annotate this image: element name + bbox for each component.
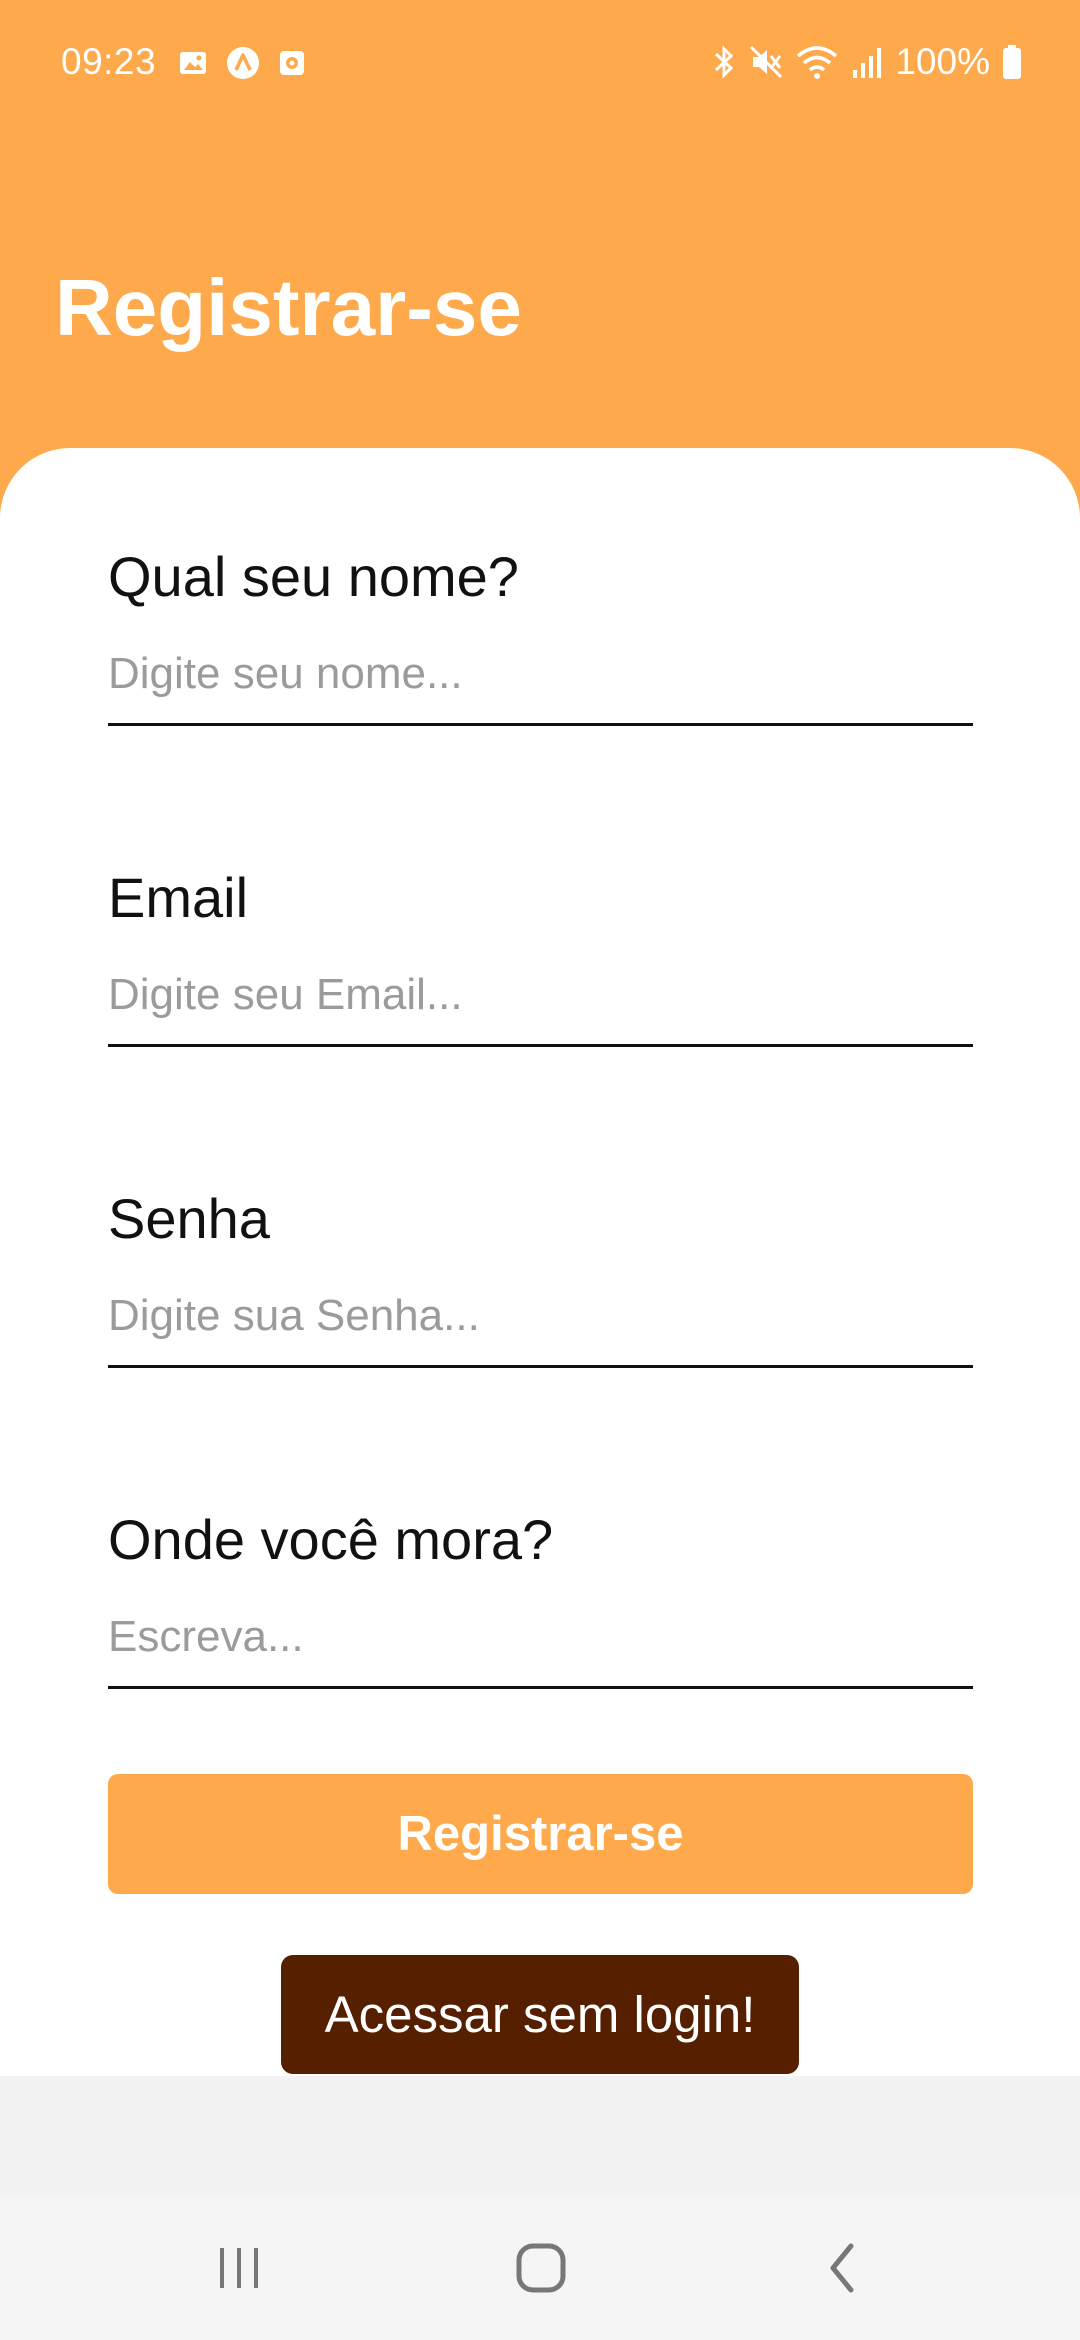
home-button[interactable] <box>461 2196 621 2340</box>
recent-apps-icon <box>220 2248 258 2288</box>
name-input[interactable] <box>108 649 973 726</box>
access-without-login-button[interactable]: Acessar sem login! <box>281 1955 799 2074</box>
register-button[interactable]: Registrar-se <box>108 1774 973 1894</box>
status-time: 09:23 <box>61 41 157 82</box>
password-label: Senha <box>108 1187 270 1250</box>
system-status-icons: 100% <box>711 41 1022 83</box>
gallery-icon <box>180 52 206 74</box>
status-bar: 09:23 100% <box>0 0 1080 126</box>
mute-icon <box>750 45 783 79</box>
page-title: Registrar-se <box>55 263 522 352</box>
name-field-group: Qual seu nome? <box>108 549 973 726</box>
back-button[interactable] <box>763 2196 923 2340</box>
address-input[interactable] <box>108 1612 973 1689</box>
battery-percentage: 100% <box>895 41 990 82</box>
media-icon <box>280 51 304 75</box>
password-field-group: Senha <box>108 1191 973 1368</box>
app-a-icon <box>227 47 259 79</box>
bluetooth-icon <box>715 45 734 79</box>
address-field-group: Onde você mora? <box>108 1512 973 1689</box>
home-icon <box>516 2243 566 2293</box>
name-label: Qual seu nome? <box>108 545 519 608</box>
recent-apps-button[interactable] <box>159 2196 319 2340</box>
bottom-background <box>0 2076 1080 2196</box>
battery-icon <box>1003 45 1021 79</box>
email-input[interactable] <box>108 970 973 1047</box>
signal-icon <box>853 48 882 78</box>
email-label: Email <box>108 866 249 929</box>
address-label: Onde você mora? <box>108 1508 554 1571</box>
notification-icons <box>178 46 306 80</box>
back-icon <box>830 2243 854 2293</box>
wifi-icon <box>797 46 838 79</box>
password-input[interactable] <box>108 1291 973 1368</box>
system-navigation-bar <box>0 2196 1080 2340</box>
email-field-group: Email <box>108 870 973 1047</box>
